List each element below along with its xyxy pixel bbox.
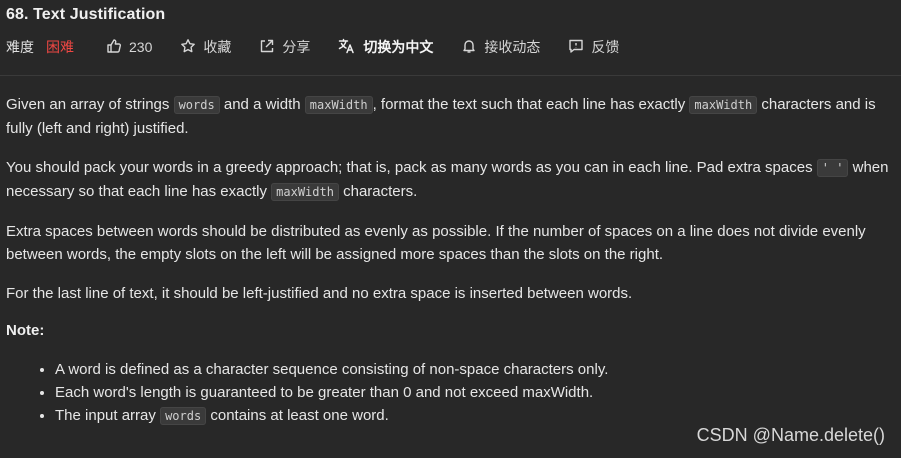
text-span: and a width [219,96,305,113]
subscribe-label: 接收动态 [484,39,541,55]
difficulty-indicator: 难度 困难 [6,37,74,57]
note-heading: Note: [6,322,45,339]
translate-icon [338,38,363,57]
list-item: Each word's length is guaranteed to be g… [55,381,891,404]
inline-code: maxWidth [304,96,373,114]
inline-code: words [173,96,220,114]
feedback-button[interactable]: 反馈 [568,37,619,57]
like-count: 230 [129,39,153,55]
difficulty-label: 难度 [6,39,34,55]
text-span: characters. [338,183,418,200]
feedback-label: 反馈 [591,39,620,55]
share-button[interactable]: 分享 [259,37,310,57]
problem-title: 68. Text Justification [6,6,166,23]
text-span: , format the text such that each line ha… [372,96,690,113]
text-span: You should pack your words in a greedy a… [6,159,817,176]
inline-code: maxWidth [271,183,339,201]
feedback-icon [568,38,591,57]
favorite-button[interactable]: 收藏 [180,37,231,57]
text-span: Given an array of strings [6,96,174,113]
notes-list: A word is defined as a character sequenc… [6,358,891,428]
difficulty-value: 困难 [46,39,74,55]
description-paragraph: You should pack your words in a greedy a… [6,156,891,204]
subscribe-button[interactable]: 接收动态 [461,37,540,57]
problem-description: Given an array of strings words and a wi… [6,93,891,428]
share-icon [259,38,282,57]
text-span: contains at least one word. [206,407,389,424]
problem-toolbar: 难度 困难 230 收藏 分享 切换为中文 接收动态 反馈 [6,37,647,57]
translate-label: 切换为中文 [363,39,434,55]
text-span: The input array [55,407,161,424]
inline-code: words [160,407,207,425]
inline-code: maxWidth [689,96,758,114]
translate-button[interactable]: 切换为中文 [338,37,433,57]
share-label: 分享 [282,39,311,55]
list-item: A word is defined as a character sequenc… [55,358,891,381]
favorite-label: 收藏 [203,39,232,55]
header-divider [0,75,901,76]
description-paragraph: Given an array of strings words and a wi… [6,93,891,140]
watermark: CSDN @Name.delete() [696,425,885,445]
star-icon [180,38,203,57]
description-paragraph: Extra spaces between words should be dis… [6,223,866,263]
thumbs-up-icon [106,38,129,57]
inline-code: ' ' [816,159,849,177]
bell-icon [461,38,484,57]
like-button[interactable]: 230 [106,38,152,57]
description-paragraph: For the last line of text, it should be … [6,285,633,302]
